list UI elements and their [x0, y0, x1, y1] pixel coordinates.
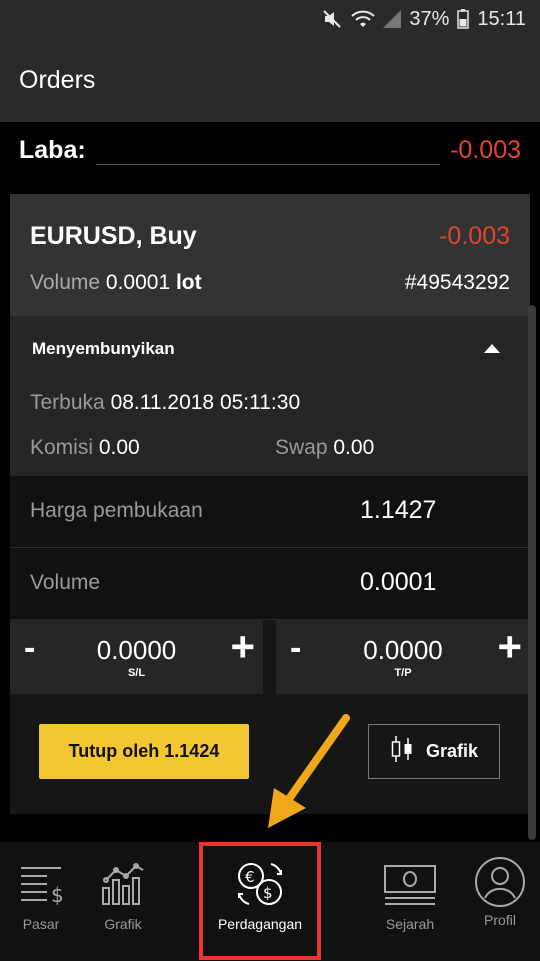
- battery-icon: [457, 9, 470, 29]
- chart-icon: [102, 863, 144, 905]
- nav-label-grafik: Grafik: [104, 916, 142, 932]
- nav-label-profil: Profil: [484, 912, 516, 928]
- status-bar: 37% 15:11: [0, 0, 540, 38]
- volume-field-value: 0.0001: [360, 568, 437, 596]
- open-time: Terbuka 08.11.2018 05:11:30: [30, 391, 300, 415]
- signal-icon: [383, 10, 402, 28]
- market-icon: $: [21, 867, 64, 907]
- tp-caption: T/P: [394, 667, 412, 679]
- page-title: Orders: [19, 65, 96, 94]
- commission-label: Komisi: [30, 436, 94, 459]
- mute-icon: [321, 8, 343, 30]
- volume-value: 0.0001: [105, 271, 171, 294]
- sl-value[interactable]: 0.0000: [10, 635, 263, 666]
- candlestick-icon: [390, 734, 414, 769]
- hide-details-toggle[interactable]: Menyembunyikan: [32, 339, 175, 359]
- profile-icon: [475, 857, 525, 907]
- volume-row: Volume 0.0001: [10, 548, 530, 620]
- order-header[interactable]: EURUSD, Buy -0.003 Volume 0.0001 lot #49…: [10, 194, 530, 316]
- svg-text:$: $: [51, 883, 64, 907]
- profit-value: -0.003: [450, 135, 521, 164]
- nav-label-pasar: Pasar: [22, 916, 60, 932]
- divider: [95, 163, 441, 165]
- profit-summary: Laba: -0.003: [0, 122, 540, 178]
- history-icon: [384, 865, 436, 905]
- clock: 15:11: [477, 7, 526, 30]
- order-ticket: #49543292: [404, 271, 510, 294]
- wifi-icon: [351, 9, 376, 29]
- profit-label: Laba:: [19, 135, 86, 164]
- chart-button[interactable]: Grafik: [368, 724, 500, 779]
- caret-up-icon[interactable]: [484, 344, 500, 353]
- take-profit-stepper: - 0.0000 T/P +: [276, 619, 530, 694]
- nav-item-pasar[interactable]: $ Pasar: [0, 842, 82, 961]
- swap: Swap 0.00: [275, 436, 374, 460]
- battery-percent: 37%: [409, 7, 450, 30]
- highlight-box: [199, 842, 321, 960]
- volume-label: Volume: [30, 271, 101, 294]
- volume-field-label: Volume: [30, 571, 101, 594]
- order-volume: Volume 0.0001 lot: [30, 271, 202, 295]
- nav-item-sejarah[interactable]: Sejarah: [368, 842, 452, 961]
- order-symbol: EURUSD, Buy: [30, 222, 197, 250]
- open-label: Terbuka: [30, 391, 105, 414]
- open-time-value: 08.11.2018 05:11:30: [110, 391, 301, 414]
- nav-label-sejarah: Sejarah: [385, 916, 435, 932]
- swap-label: Swap: [275, 436, 328, 459]
- sl-increment-button[interactable]: +: [230, 623, 255, 671]
- scrollbar[interactable]: [528, 305, 536, 840]
- open-price-label: Harga pembukaan: [30, 499, 203, 522]
- nav-item-profil[interactable]: Profil: [460, 842, 540, 961]
- chart-button-label: Grafik: [425, 741, 479, 761]
- commission-value: 0.00: [98, 436, 140, 459]
- annotation-arrow-icon: [268, 714, 350, 828]
- tp-increment-button[interactable]: +: [497, 623, 522, 671]
- swap-value: 0.00: [333, 436, 375, 459]
- open-price-row: Harga pembukaan 1.1427: [10, 476, 530, 548]
- order-profit: -0.003: [439, 222, 510, 250]
- nav-item-grafik[interactable]: Grafik: [82, 842, 164, 961]
- order-details: Menyembunyikan Terbuka 08.11.2018 05:11:…: [10, 316, 530, 476]
- sl-caption: S/L: [127, 667, 146, 679]
- close-order-button[interactable]: Tutup oleh 1.1424: [39, 724, 249, 779]
- app-bar: Orders: [0, 38, 540, 122]
- stop-loss-stepper: - 0.0000 S/L +: [10, 619, 263, 694]
- volume-unit: lot: [175, 271, 202, 294]
- open-price-value: 1.1427: [360, 496, 437, 524]
- commission: Komisi 0.00: [30, 436, 140, 460]
- tp-value[interactable]: 0.0000: [276, 635, 530, 666]
